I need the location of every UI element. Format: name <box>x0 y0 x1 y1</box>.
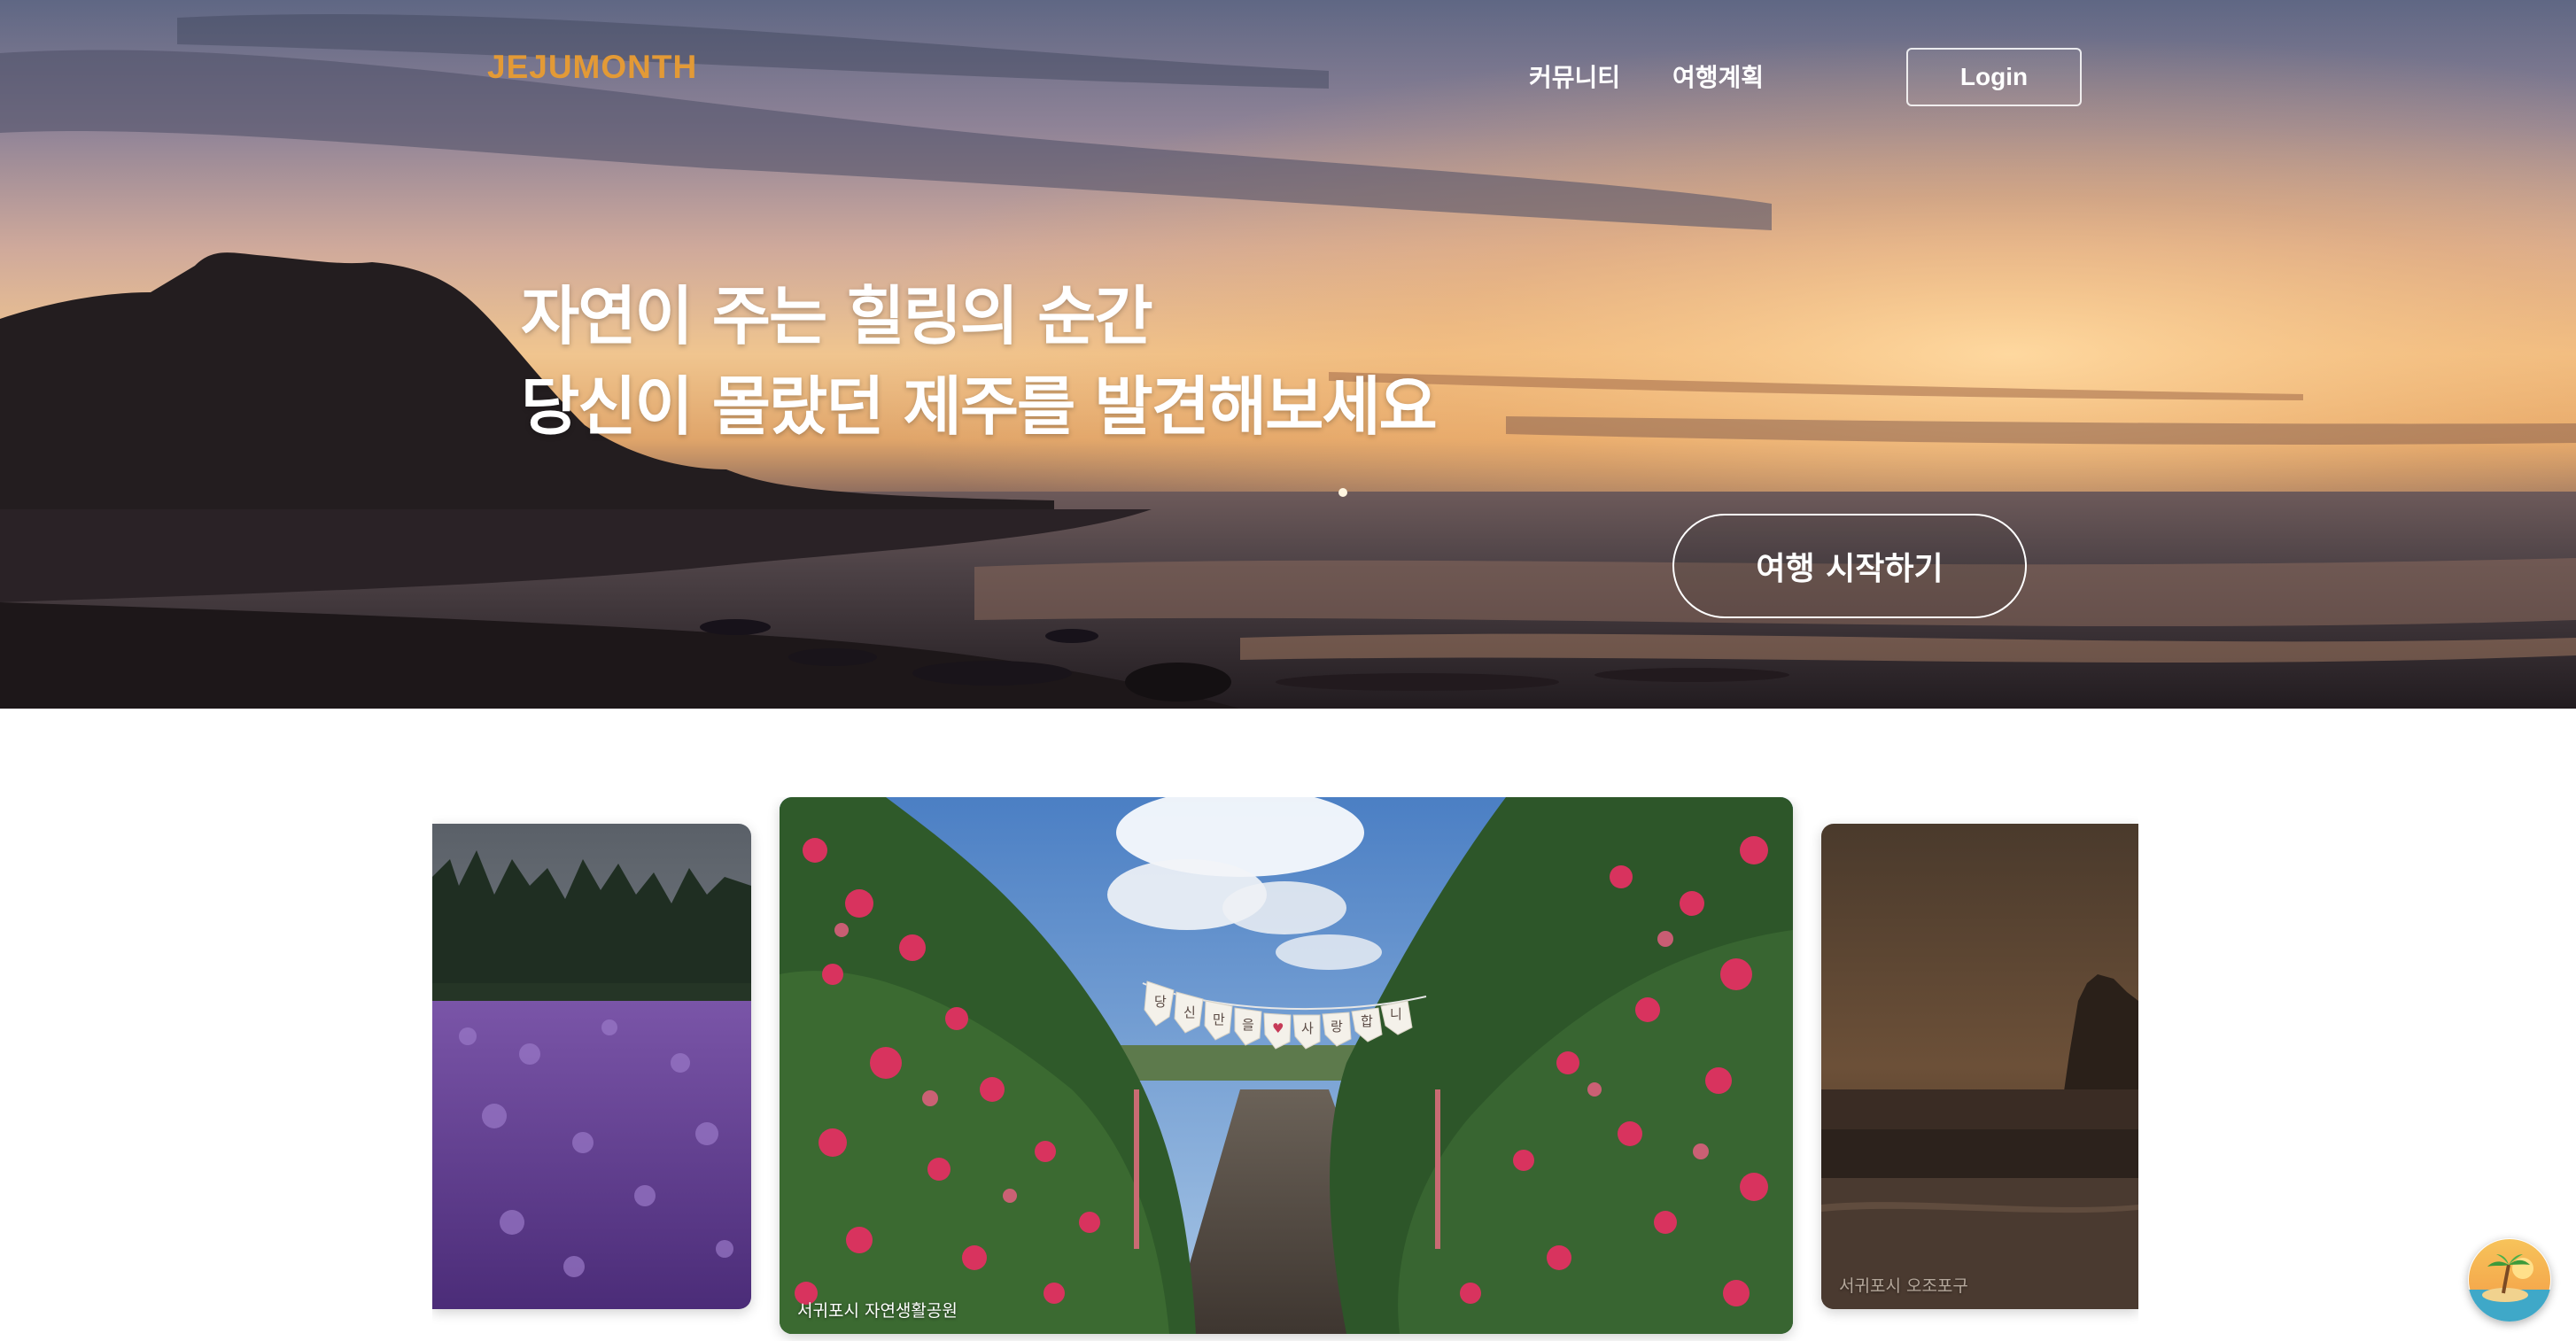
brand-logo[interactable]: JEJUMONTH <box>487 50 697 85</box>
card-caption-next: 서귀포시 오조포구 <box>1839 1276 1968 1296</box>
carousel-card-next[interactable]: 서귀포시 오조포구 <box>1821 824 2138 1309</box>
login-button[interactable]: Login <box>1906 48 2082 106</box>
ojo-port-image <box>1821 824 2138 1309</box>
nav-community-link[interactable]: 커뮤니티 <box>1529 60 1620 96</box>
svg-text:합: 합 <box>1361 1013 1373 1029</box>
hero-headline-line-1: 자연이 주는 힐링의 순간 <box>521 279 1153 353</box>
palm-island-icon[interactable] <box>2468 1238 2551 1322</box>
svg-text:만: 만 <box>1213 1012 1225 1027</box>
svg-text:신: 신 <box>1183 1004 1196 1020</box>
svg-text:니: 니 <box>1390 1006 1402 1022</box>
camellia-park-image: 당신만 을 ♥ 사 랑 합 니 <box>780 797 1793 1334</box>
carousel-card-previous[interactable] <box>432 824 751 1309</box>
svg-text:사: 사 <box>1301 1020 1314 1036</box>
svg-text:랑: 랑 <box>1331 1019 1343 1035</box>
carousel-card-current[interactable]: 당신만 을 ♥ 사 랑 합 니 서귀포시 자연생활공원 <box>780 797 1793 1334</box>
svg-text:을: 을 <box>1242 1017 1254 1033</box>
hero-headline: 자연이 주는 힐링의 순간 당신이 몰랐던 제주를 발견해보세요 <box>521 271 1438 452</box>
hero-banner: JEJUMONTH 커뮤니티 여행계획 Login 자연이 주는 힐링의 순간 … <box>0 0 2576 709</box>
card-caption-current: 서귀포시 자연생활공원 <box>797 1301 958 1321</box>
nav-travel-plan-link[interactable]: 여행계획 <box>1672 60 1764 96</box>
start-travel-button[interactable]: 여행 시작하기 <box>1672 514 2027 618</box>
svg-text:당: 당 <box>1154 994 1167 1010</box>
palm-island-graphic <box>2468 1239 2551 1322</box>
destination-carousel: 당신만 을 ♥ 사 랑 합 니 서귀포시 자연생활공원 서귀포시 오조포구 <box>432 797 2138 1341</box>
purple-flower-field-image <box>432 824 751 1309</box>
hero-headline-line-2: 당신이 몰랐던 제주를 발견해보세요 <box>521 369 1438 444</box>
svg-text:♥: ♥ <box>1272 1020 1284 1036</box>
